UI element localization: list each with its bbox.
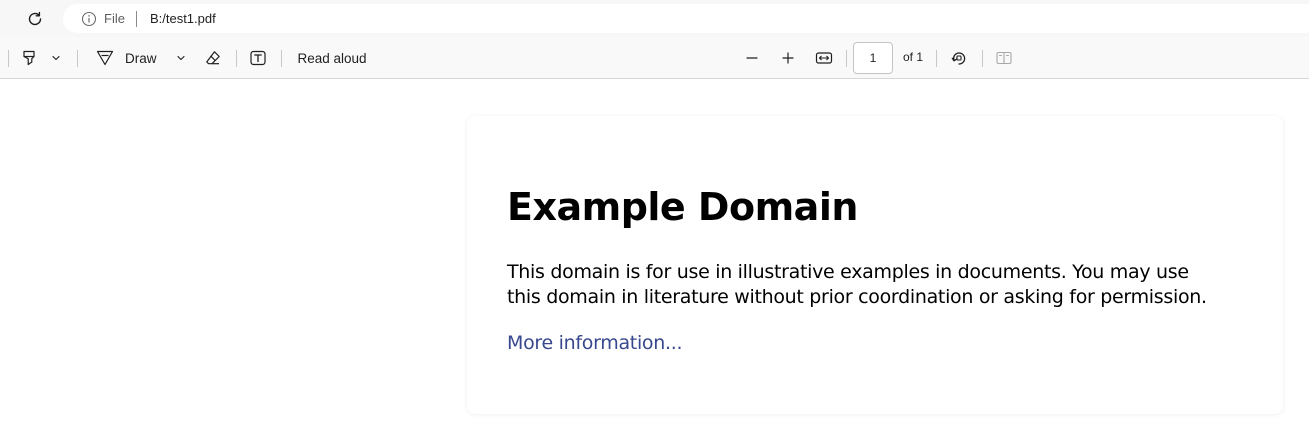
rotate-button[interactable] xyxy=(946,44,972,72)
draw-button[interactable]: Draw xyxy=(92,44,166,72)
toolbar-separator xyxy=(982,50,983,67)
zoom-out-button[interactable] xyxy=(741,44,763,72)
rotate-icon xyxy=(950,49,968,67)
reload-button[interactable] xyxy=(22,6,48,32)
highlight-options-button[interactable] xyxy=(46,44,66,72)
page-view-button xyxy=(991,44,1017,72)
toolbar-separator xyxy=(846,50,847,67)
reload-icon xyxy=(26,10,44,28)
two-page-icon xyxy=(995,49,1013,67)
chevron-down-icon xyxy=(176,53,186,63)
document-paragraph: This domain is for use in illustrative e… xyxy=(507,261,1207,308)
minus-icon xyxy=(745,51,759,65)
zoom-in-button[interactable] xyxy=(777,44,799,72)
fit-width-icon xyxy=(815,49,833,67)
address-bar-row: File B:/test1.pdf xyxy=(0,0,1309,37)
toolbar-separator xyxy=(236,50,237,67)
read-aloud-label: Read aloud xyxy=(297,50,367,66)
highlighter-icon xyxy=(20,49,38,67)
toolbar-separator xyxy=(936,50,937,67)
chevron-down-icon xyxy=(51,53,61,63)
page-number-input[interactable]: 1 xyxy=(853,42,893,74)
info-icon[interactable] xyxy=(81,11,97,27)
read-aloud-button[interactable]: Read aloud xyxy=(292,44,372,72)
highlight-button[interactable] xyxy=(17,44,41,72)
add-text-button[interactable] xyxy=(245,44,271,72)
fit-width-button[interactable] xyxy=(812,44,836,72)
text-box-icon xyxy=(249,49,267,67)
eraser-icon xyxy=(204,49,222,67)
toolbar-separator xyxy=(77,50,78,67)
address-bar[interactable]: File B:/test1.pdf xyxy=(63,4,1309,33)
plus-icon xyxy=(781,51,795,65)
pen-icon xyxy=(95,48,115,68)
document-title: Example Domain xyxy=(507,185,858,229)
toolbar-separator xyxy=(281,50,282,67)
toolbar-separator xyxy=(8,50,9,67)
scheme-label: File xyxy=(104,11,125,26)
erase-button[interactable] xyxy=(200,44,226,72)
page-total-label: of 1 xyxy=(903,50,924,64)
document-viewport[interactable]: Example Domain This domain is for use in… xyxy=(0,79,1309,423)
pdf-page: Example Domain This domain is for use in… xyxy=(467,116,1283,414)
draw-label: Draw xyxy=(125,50,157,66)
more-information-link[interactable]: More information... xyxy=(507,332,683,354)
url-text[interactable]: B:/test1.pdf xyxy=(150,11,216,26)
pdf-toolbar: Draw Read aloud 1 of 1 xyxy=(0,37,1309,79)
address-separator xyxy=(135,10,137,27)
draw-options-button[interactable] xyxy=(171,44,191,72)
